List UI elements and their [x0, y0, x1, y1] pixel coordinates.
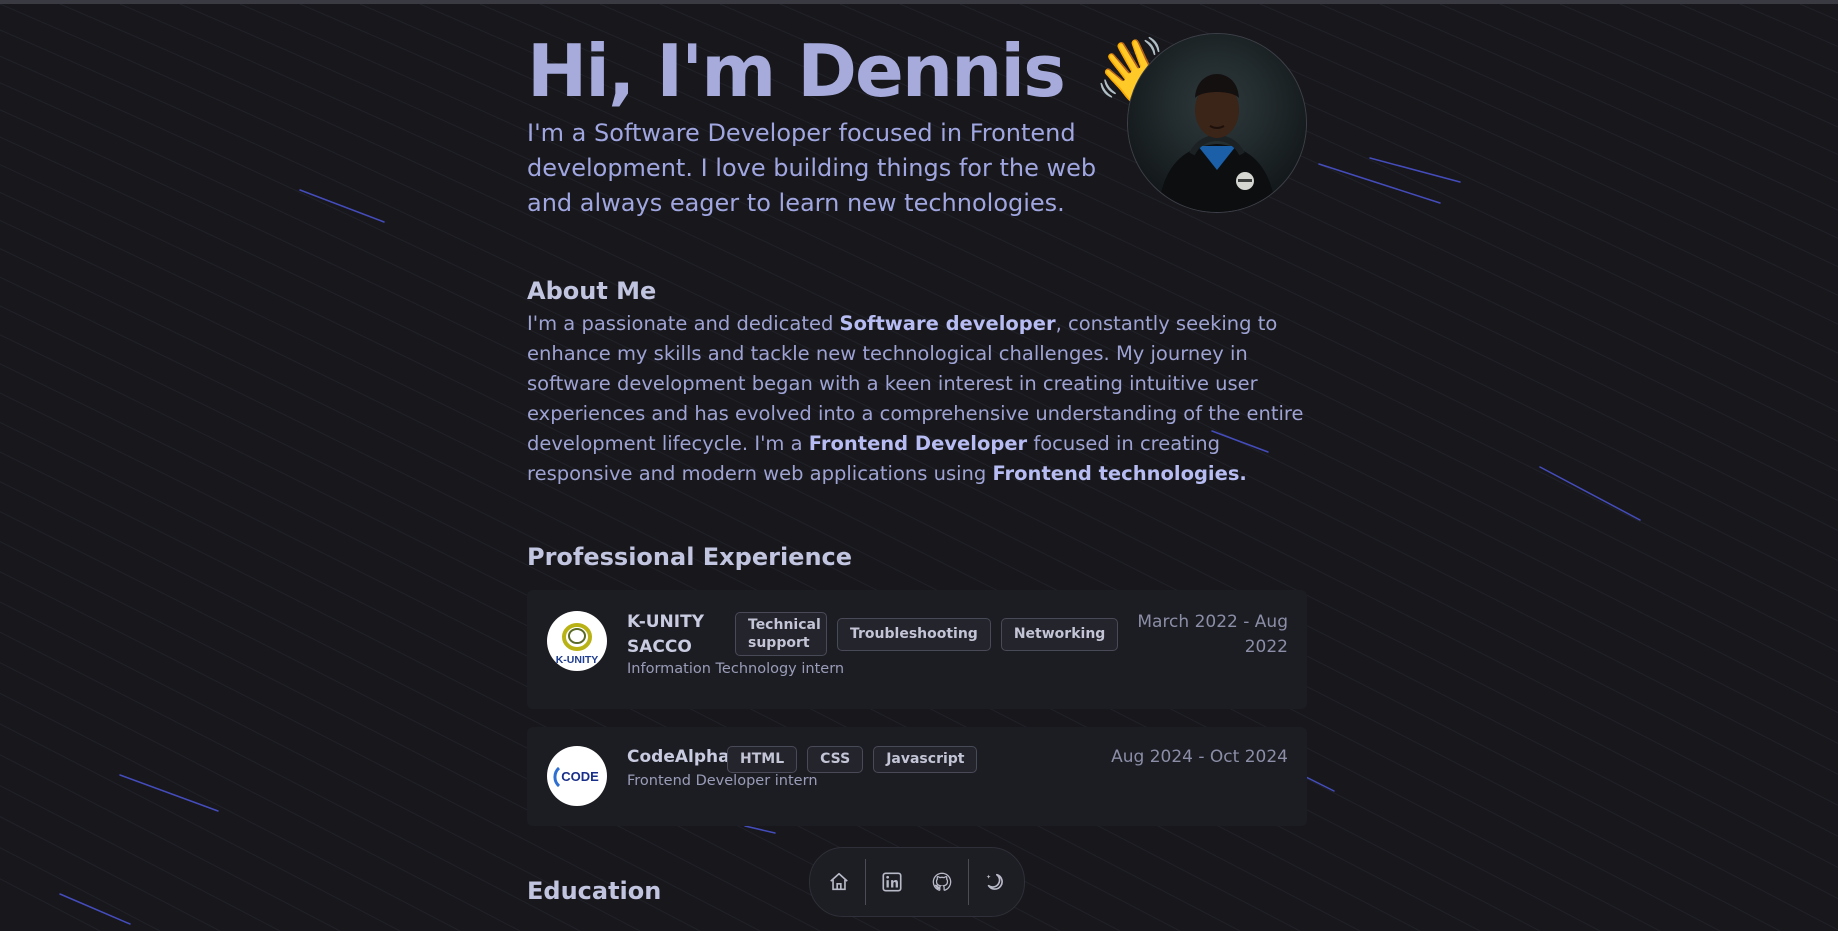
job-dates: Aug 2024 - Oct 2024 [1111, 747, 1288, 767]
bottom-dock [809, 847, 1025, 917]
hero-name: Hi, I'm Dennis [527, 29, 1066, 113]
experience-card-k-unity: K-UNITY K-UNITY SACCO Technical support … [527, 590, 1307, 709]
profile-photo [1128, 34, 1306, 212]
theme-toggle-icon [986, 873, 1003, 890]
skill-tag: Networking [1000, 617, 1119, 651]
experience-card-codealpha: CODE CodeAlpha HTML CSS Javascript Front… [527, 727, 1307, 826]
about-title: About Me [527, 277, 657, 305]
linkedin-icon [882, 872, 902, 892]
hero-intro: I'm a Software Developer focused in Fron… [527, 119, 1097, 217]
about-highlight-software-developer: Software developer [839, 312, 1056, 335]
hero-section: Hi, I'm Dennis 👋 I'm a Software Develope… [527, 4, 1307, 234]
main-content: Hi, I'm Dennis 👋 I'm a Software Develope… [527, 4, 1307, 905]
hero-heading: Hi, I'm Dennis 👋 [527, 26, 1178, 119]
codealpha-logo: CODE [547, 746, 607, 806]
skill-tags: Technical support Troubleshooting Networ… [735, 612, 1119, 656]
about-highlight-frontend-technologies: Frontend technologies. [992, 462, 1247, 485]
company-name: K-UNITY SACCO [627, 612, 705, 657]
k-unity-logo: K-UNITY [547, 611, 607, 671]
github-link[interactable] [917, 857, 967, 907]
home-icon [830, 872, 848, 891]
skill-tag: CSS [807, 746, 864, 773]
skill-tag: Technical support [735, 612, 827, 656]
about-text: I'm a passionate and dedicated Software … [527, 309, 1307, 489]
theme-toggle-button[interactable] [970, 857, 1020, 907]
dock-divider [968, 859, 969, 905]
github-icon [932, 872, 952, 891]
linkedin-link[interactable] [867, 857, 917, 907]
skill-tag: Troubleshooting [837, 617, 991, 651]
dock-divider [865, 859, 866, 905]
experience-title: Professional Experience [527, 543, 853, 571]
job-dates: March 2022 - Aug 2022 [1137, 612, 1288, 657]
k-unity-logo-text: K-UNITY [556, 654, 599, 666]
avatar [1127, 33, 1307, 213]
job-role: Frontend Developer intern [627, 773, 818, 789]
home-button[interactable] [814, 857, 864, 907]
education-title: Education [527, 877, 662, 905]
company-name: CodeAlpha [627, 747, 730, 767]
skill-tag: Javascript [873, 746, 978, 773]
codealpha-logo-text: CODE [561, 769, 599, 784]
about-highlight-frontend-developer: Frontend Developer [808, 432, 1028, 455]
job-role: Information Technology intern [627, 661, 845, 677]
about-text-part: I'm a passionate and dedicated [527, 312, 840, 335]
skill-tag: HTML [727, 746, 798, 773]
skill-tags: HTML CSS Javascript [727, 746, 978, 773]
